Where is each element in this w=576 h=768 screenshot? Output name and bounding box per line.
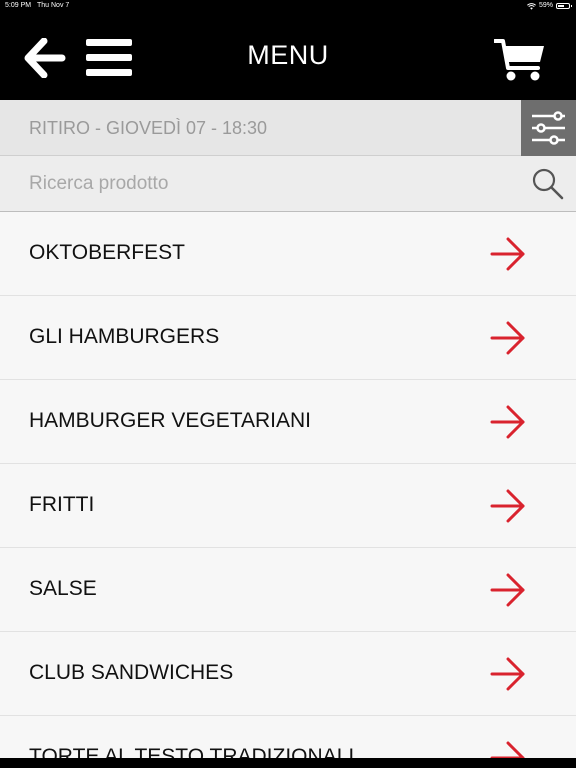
status-right: 59% — [527, 0, 572, 12]
arrow-right-icon — [490, 321, 525, 355]
category-item[interactable]: SALSE — [0, 548, 576, 632]
filter-button[interactable] — [521, 100, 576, 156]
search-icon — [532, 168, 564, 200]
page-title: MENU — [247, 40, 329, 70]
arrow-right-icon — [490, 405, 525, 439]
category-label: HAMBURGER VEGETARIANI — [29, 409, 311, 432]
category-label: CLUB SANDWICHES — [29, 661, 234, 684]
category-item[interactable]: FRITTI — [0, 464, 576, 548]
status-bar: 5:09 PM Thu Nov 7 59% — [0, 0, 576, 12]
category-label: FRITTI — [29, 493, 95, 516]
cart-button[interactable] — [493, 38, 546, 82]
status-time: 5:09 PM — [5, 2, 32, 9]
app-screen: 5:09 PM Thu Nov 7 59% MENU RITIRO - GIOV… — [0, 0, 576, 768]
category-label: SALSE — [29, 577, 97, 600]
pickup-time-label: RITIRO - GIOVEDÌ 07 - 18:30 — [29, 118, 268, 138]
shopping-cart-icon — [493, 39, 544, 81]
bottom-bar — [0, 758, 576, 768]
arrow-right-icon — [490, 237, 525, 271]
category-item[interactable]: OKTOBERFEST — [0, 212, 576, 296]
arrow-right-icon — [490, 489, 525, 523]
arrow-right-icon — [490, 657, 525, 691]
category-item[interactable]: HAMBURGER VEGETARIANI — [0, 380, 576, 464]
battery-percent: 59% — [538, 2, 553, 9]
search-button[interactable] — [530, 166, 566, 202]
sliders-icon — [532, 111, 565, 145]
category-item[interactable]: CLUB SANDWICHES — [0, 632, 576, 716]
search-bar — [0, 156, 576, 212]
app-header: MENU — [0, 12, 576, 100]
battery-icon — [556, 3, 572, 9]
wifi-icon — [527, 2, 536, 10]
category-list: OKTOBERFEST GLI HAMBURGERS HAMBURGER VEGET… — [0, 212, 576, 768]
search-input[interactable] — [29, 170, 499, 198]
arrow-right-icon — [490, 573, 525, 607]
pickup-info-bar[interactable]: RITIRO - GIOVEDÌ 07 - 18:30 — [0, 100, 521, 156]
category-label: OKTOBERFEST — [29, 241, 185, 264]
status-date: Thu Nov 7 — [37, 2, 70, 9]
category-label: GLI HAMBURGERS — [29, 325, 220, 348]
battery-fill — [558, 5, 564, 7]
category-item[interactable]: GLI HAMBURGERS — [0, 296, 576, 380]
